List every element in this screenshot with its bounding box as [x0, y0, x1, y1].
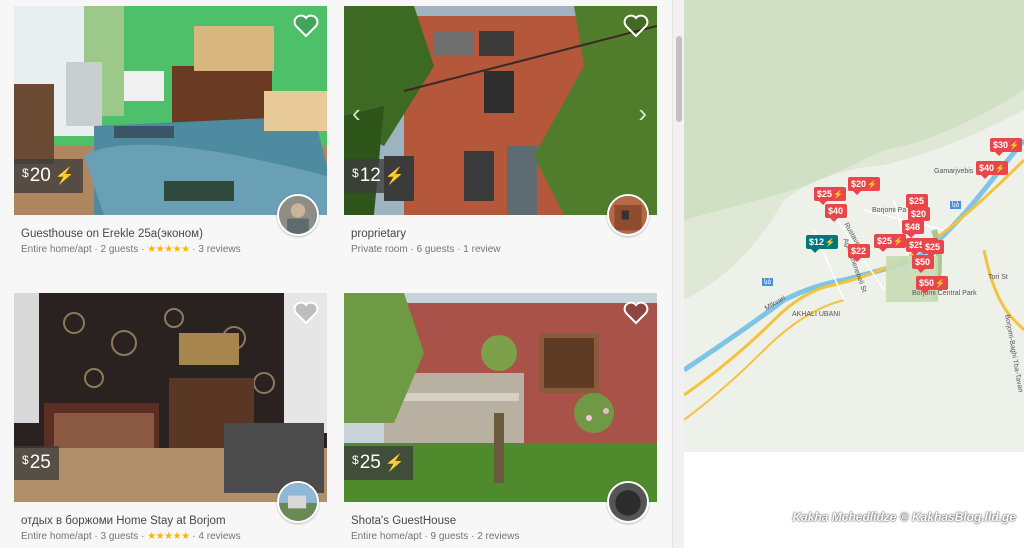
review-count: 3 reviews — [198, 244, 241, 255]
guest-count: 3 guests — [100, 531, 139, 542]
map-price-pin[interactable]: $25⚡ — [874, 234, 906, 252]
map-price-pin[interactable]: $20 — [908, 207, 931, 225]
price-tag: $ 12 ⚡ — [344, 159, 413, 193]
district-label: AKHALI UBANI — [792, 311, 841, 318]
host-avatar[interactable] — [277, 194, 319, 236]
listing-photo[interactable]: $ 20 ⚡ — [14, 6, 327, 215]
map-price-pin[interactable]: $50 ⚡ — [916, 276, 948, 294]
map-price-pin[interactable]: $25 — [906, 194, 929, 212]
currency-symbol: $ — [352, 165, 359, 180]
review-count: 2 reviews — [477, 531, 520, 542]
scrollbar-thumb[interactable] — [676, 36, 682, 122]
star-rating: ★★★★★ — [147, 244, 190, 255]
street-label: Tori St — [988, 274, 1008, 281]
price-tag: $ 20 ⚡ — [14, 159, 83, 193]
heart-icon[interactable] — [293, 14, 319, 38]
map-terrain — [684, 0, 1024, 452]
listing-title[interactable]: отдых в боржоми Home Stay at Borjom — [21, 515, 327, 527]
room-type: Entire home/apt — [351, 531, 422, 542]
listing-card[interactable]: $ 25 отдых в боржоми Home Stay at Borjom… — [14, 293, 327, 542]
map-price-pin[interactable]: $22 — [848, 244, 871, 262]
price-value: 25 — [359, 452, 381, 473]
map-price-pin[interactable]: $40 — [825, 204, 848, 222]
room-type: Entire home/apt — [21, 244, 92, 255]
currency-symbol: $ — [22, 452, 29, 467]
map-footer-area — [684, 452, 1024, 548]
listing-meta: Entire home/apt · 2 guests · ★★★★★ · 3 r… — [21, 244, 241, 255]
next-photo-arrow[interactable]: › — [638, 98, 647, 129]
results-scrollbar[interactable] — [672, 0, 684, 548]
map-price-pin[interactable]: $40 ⚡ — [976, 161, 1008, 179]
listing-title[interactable]: proprietary — [351, 228, 657, 240]
map-price-pin[interactable]: $25⚡ — [814, 187, 846, 205]
star-rating: ★★★★★ — [147, 531, 190, 542]
listing-meta: Entire home/apt · 3 guests · ★★★★★ · 4 r… — [21, 531, 241, 542]
map-price-pin[interactable]: $25 — [922, 240, 945, 258]
guest-count: 2 guests — [100, 244, 139, 255]
price-tag: $ 25 — [14, 446, 59, 480]
guest-count: 6 guests — [416, 244, 455, 255]
heart-icon[interactable] — [293, 301, 319, 325]
instant-book-icon: ⚡ — [54, 168, 75, 185]
prev-photo-arrow[interactable]: ‹ — [352, 98, 361, 129]
listing-title[interactable]: Guesthouse on Erekle 25a(эконом) — [21, 228, 327, 240]
currency-symbol: $ — [22, 165, 29, 180]
host-avatar[interactable] — [607, 194, 649, 236]
map-price-pin-selected[interactable]: $12 ⚡ — [806, 235, 838, 253]
watermark: Kakha Mchedlidze © KakhasBlog.lld.ge — [792, 510, 1016, 524]
price-value: 25 — [29, 452, 51, 473]
street-label: Gamarjvebis — [934, 168, 974, 175]
listing-meta: Private room · 6 guests · 1 review — [351, 244, 501, 255]
price-value: 12 — [359, 165, 381, 186]
instant-book-icon: ⚡ — [384, 168, 405, 185]
street-label: Borjomi Pa — [872, 207, 907, 214]
host-avatar[interactable] — [607, 481, 649, 523]
map-view[interactable]: Gamarjvebis Borjomi Pa Agmashenebeli St … — [684, 0, 1024, 452]
heart-icon[interactable] — [623, 301, 649, 325]
map-price-pin[interactable]: $48 — [902, 220, 925, 238]
review-count: 4 reviews — [198, 531, 241, 542]
listing-card[interactable]: ‹ › $ 12 ⚡ proprietary Private room · 6 … — [344, 6, 657, 255]
road-badge: სბ — [762, 278, 774, 286]
room-type: Entire home/apt — [21, 531, 92, 542]
guest-count: 9 guests — [430, 531, 469, 542]
listing-photo[interactable]: $ 25 — [14, 293, 327, 502]
listing-results: $ 20 ⚡ Guesthouse on Erekle 25a(эконом) … — [0, 0, 672, 548]
listing-photo[interactable]: $ 25 ⚡ — [344, 293, 657, 502]
price-tag: $ 25 ⚡ — [344, 446, 413, 480]
heart-icon[interactable] — [623, 14, 649, 38]
room-type: Private room — [351, 244, 408, 255]
listing-card[interactable]: $ 25 ⚡ Shota's GuestHouse Entire home/ap… — [344, 293, 657, 542]
road-badge: სბ — [950, 201, 962, 209]
host-avatar[interactable] — [277, 481, 319, 523]
review-count: 1 review — [463, 244, 501, 255]
price-value: 20 — [29, 165, 51, 186]
map-price-pin[interactable]: $20 ⚡ — [848, 177, 880, 195]
room-photo — [14, 293, 327, 502]
currency-symbol: $ — [352, 452, 359, 467]
instant-book-icon: ⚡ — [384, 455, 405, 472]
listing-title[interactable]: Shota's GuestHouse — [351, 515, 657, 527]
listing-meta: Entire home/apt · 9 guests · 2 reviews — [351, 531, 520, 542]
listing-photo[interactable]: ‹ › $ 12 ⚡ — [344, 6, 657, 215]
listing-card[interactable]: $ 20 ⚡ Guesthouse on Erekle 25a(эконом) … — [14, 6, 327, 255]
map-price-pin[interactable]: $30 ⚡ — [990, 138, 1022, 156]
map-price-pin[interactable]: $50 — [912, 255, 935, 273]
